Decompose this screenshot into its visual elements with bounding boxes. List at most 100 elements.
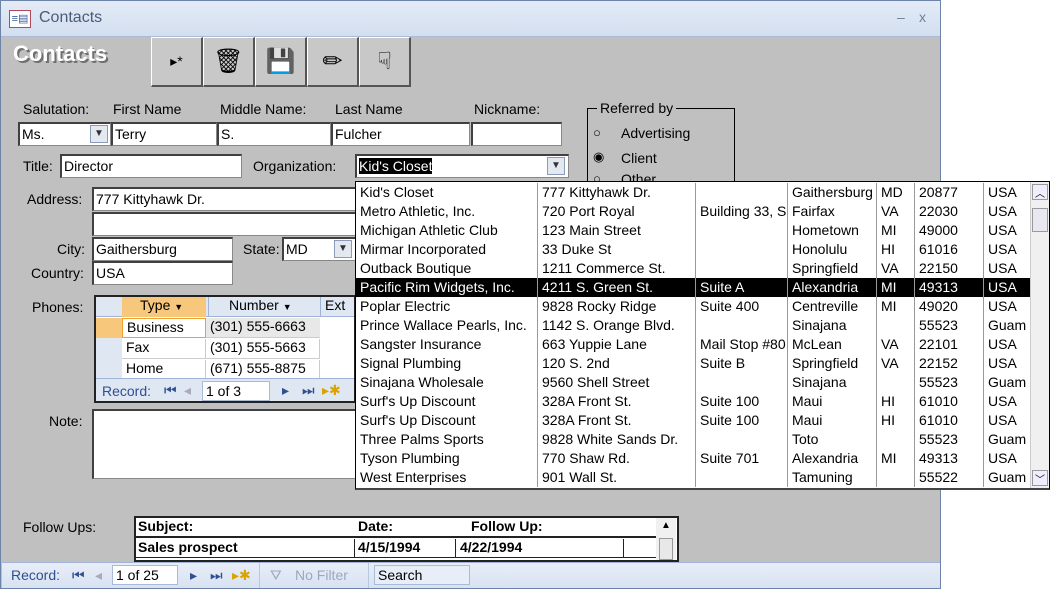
radio-advertising[interactable]: ○ xyxy=(593,125,601,140)
dropdown-row[interactable]: Signal Plumbing 120 S. 2nd Suite B Springfi… xyxy=(356,354,1031,373)
dropdown-cell-company: Three Palms Sports xyxy=(356,430,538,449)
follow-up-cell[interactable]: 4/22/1994 xyxy=(458,539,624,558)
edit-button[interactable]: ✏ xyxy=(307,37,359,87)
dropdown-row[interactable]: Pacific Rim Widgets, Inc. 4211 S. Green S… xyxy=(356,278,1031,297)
minimize-button[interactable]: – xyxy=(897,9,905,25)
dropdown-row[interactable]: West Enterprises 901 Wall St. Tamuning 5552… xyxy=(356,468,1031,487)
dropdown-row[interactable]: Outback Boutique 1211 Commerce St. Springf… xyxy=(356,259,1031,278)
dropdown-cell-city: Tamuning xyxy=(788,468,877,487)
dropdown-cell-city: Springfield xyxy=(788,259,877,278)
dropdown-row[interactable]: Surf's Up Discount 328A Front St. Suite 10… xyxy=(356,392,1031,411)
save-button[interactable]: 💾 xyxy=(255,37,307,87)
close-button[interactable]: x xyxy=(919,9,926,25)
number-column-header[interactable]: Number ▼ xyxy=(208,297,320,317)
phone-type-cell[interactable]: Business xyxy=(122,318,206,338)
record-position-field[interactable]: 1 of 25 xyxy=(112,565,178,585)
phone-number-cell[interactable]: (301) 555-6663 xyxy=(206,318,320,338)
record-position-field[interactable]: 1 of 3 xyxy=(202,381,270,401)
dropdown-cell-country: USA xyxy=(988,412,1017,428)
save-icon: 💾 xyxy=(265,48,296,75)
date-cell[interactable]: 4/15/1994 xyxy=(354,539,456,558)
dropdown-cell-country: Guam xyxy=(988,317,1027,333)
title-label: Title: xyxy=(23,158,53,174)
scroll-thumb[interactable] xyxy=(659,538,673,560)
dropdown-cell-city: Centreville xyxy=(788,297,877,316)
previous-record-icon[interactable]: ◂ xyxy=(95,567,102,584)
search-input[interactable]: Search xyxy=(374,565,470,585)
address-line2-field[interactable] xyxy=(92,212,356,236)
country-field[interactable]: USA xyxy=(92,261,233,285)
trash-icon: 🗑 xyxy=(213,48,244,75)
referred-by-legend: Referred by xyxy=(597,100,677,116)
nickname-field[interactable] xyxy=(471,122,562,146)
follow-ups-scrollbar[interactable]: ▲ xyxy=(656,518,676,560)
title-field[interactable]: Director xyxy=(60,154,242,178)
dropdown-cell-state: MI xyxy=(877,449,915,468)
subject-cell[interactable]: Sales prospect xyxy=(138,539,238,555)
dropdown-cell-zip: 61010 xyxy=(915,392,984,411)
dropdown-cell-state xyxy=(877,468,915,487)
dropdown-row[interactable]: Sinajana Wholesale 9560 Shell Street Sinaj… xyxy=(356,373,1031,392)
last-name-field[interactable]: Fulcher xyxy=(331,122,470,146)
scroll-thumb[interactable] xyxy=(1032,208,1048,232)
pointer-button[interactable]: ☟ xyxy=(359,37,411,87)
phone-number-cell[interactable]: (301) 555-5663 xyxy=(206,339,320,359)
dropdown-cell-company: Poplar Electric xyxy=(356,297,538,316)
radio-client[interactable]: ◉ xyxy=(593,149,604,165)
dropdown-row[interactable]: Sangster Insurance 663 Yuppie Lane Mail St… xyxy=(356,335,1031,354)
dropdown-scrollbar[interactable]: ︿ ﹀ xyxy=(1030,182,1049,488)
dropdown-cell-state: MI xyxy=(877,297,915,316)
radio-other[interactable]: ○ xyxy=(593,171,601,181)
new-record-icon[interactable]: ▸✱ xyxy=(232,567,251,584)
dropdown-cell-country: Guam xyxy=(988,374,1027,390)
chevron-down-icon[interactable]: ▼ xyxy=(334,240,352,258)
dropdown-cell-city: Hometown xyxy=(788,221,877,240)
date-header: Date: xyxy=(358,518,394,534)
no-filter-button[interactable]: No Filter xyxy=(295,567,348,583)
type-column-header[interactable]: Type ▼ xyxy=(122,297,206,317)
delete-button[interactable]: 🗑 xyxy=(203,37,255,87)
next-record-icon[interactable]: ▸ xyxy=(190,567,197,584)
dropdown-row[interactable]: Metro Athletic, Inc. 720 Port Royal Buildi… xyxy=(356,202,1031,221)
dropdown-row[interactable]: Prince Wallace Pearls, Inc. 1142 S. Orang… xyxy=(356,316,1031,335)
phone-type-cell[interactable]: Home xyxy=(122,360,206,380)
organization-dropdown-list[interactable]: Kid's Closet 777 Kittyhawk Dr. Gaithersbur… xyxy=(355,181,1050,490)
scroll-up-icon[interactable]: ▲ xyxy=(661,520,671,531)
organization-combo[interactable]: Kid's Closet xyxy=(355,154,569,178)
record-selectors[interactable] xyxy=(96,318,122,380)
scroll-down-icon[interactable]: ﹀ xyxy=(1032,470,1048,486)
dropdown-row[interactable]: Poplar Electric 9828 Rocky Ridge Suite 400… xyxy=(356,297,1031,316)
dropdown-row[interactable]: Three Palms Sports 9828 White Sands Dr. To… xyxy=(356,430,1031,449)
chevron-down-icon[interactable]: ▼ xyxy=(90,125,108,143)
note-field[interactable] xyxy=(92,409,356,479)
first-record-icon[interactable]: ⏮ xyxy=(164,382,177,399)
scroll-up-icon[interactable]: ︿ xyxy=(1032,184,1048,200)
dropdown-cell-address2: Suite 100 xyxy=(696,411,788,430)
address-line1-field[interactable]: 777 Kittyhawk Dr. xyxy=(92,187,356,211)
dropdown-cell-address2 xyxy=(696,183,788,202)
next-record-icon[interactable]: ▸ xyxy=(282,382,289,399)
phone-number-cell[interactable]: (671) 555-8875 xyxy=(206,360,320,380)
previous-record-icon[interactable]: ◂ xyxy=(184,382,191,399)
dropdown-row[interactable]: Tyson Plumbing 770 Shaw Rd. Suite 701 Alexa… xyxy=(356,449,1031,468)
ext-column-header[interactable]: Ext xyxy=(320,297,354,317)
new-record-button[interactable]: ▸* xyxy=(151,37,203,87)
dropdown-row[interactable]: Mirmar Incorporated 33 Duke St Honolulu HI 6… xyxy=(356,240,1031,259)
salutation-value: Ms. xyxy=(22,126,45,142)
city-field[interactable]: Gaithersburg xyxy=(92,237,233,261)
middle-name-field[interactable]: S. xyxy=(217,122,331,146)
follow-up-row[interactable]: Sales prospect 4/15/1994 4/22/1994 xyxy=(136,536,656,558)
dropdown-cell-address2 xyxy=(696,430,788,449)
first-record-icon[interactable]: ⏮ xyxy=(72,567,85,584)
dropdown-row[interactable]: Michigan Athletic Club 123 Main Street Hom… xyxy=(356,221,1031,240)
last-record-icon[interactable]: ⏭ xyxy=(302,382,315,399)
dropdown-cell-address: 9828 Rocky Ridge xyxy=(538,297,696,316)
dropdown-row[interactable]: Kid's Closet 777 Kittyhawk Dr. Gaithersbur… xyxy=(356,183,1031,202)
dropdown-row[interactable]: Surf's Up Discount 328A Front St. Suite 10… xyxy=(356,411,1031,430)
phone-type-cell[interactable]: Fax xyxy=(122,339,206,359)
new-record-icon[interactable]: ▸✱ xyxy=(322,382,341,399)
last-record-icon[interactable]: ⏭ xyxy=(210,567,223,584)
dropdown-cell-state: HI xyxy=(877,411,915,430)
organization-dropdown-button[interactable]: ▼ xyxy=(547,157,565,175)
first-name-field[interactable]: Terry xyxy=(111,122,217,146)
